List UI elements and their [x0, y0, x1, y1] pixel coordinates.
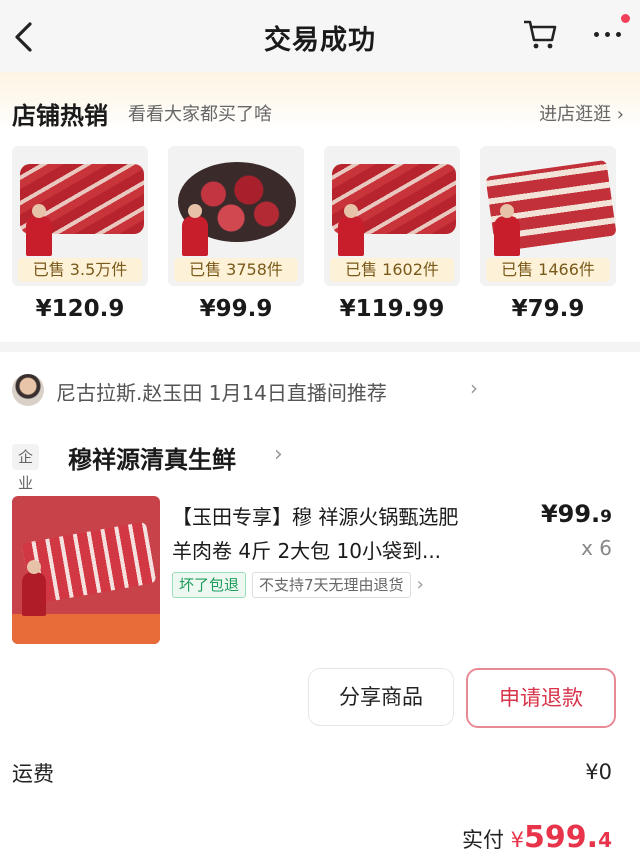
item-price: ¥99.9	[199, 296, 273, 322]
notification-dot	[621, 14, 630, 23]
shop-name: 穆祥源清真生鲜	[68, 446, 236, 474]
shop-hot-sales: 店铺热销 看看大家都买了啥 进店逛逛 › 已售 3.5万件 ¥120.9 已售 …	[0, 72, 640, 342]
hot-sales-subtitle: 看看大家都买了啥	[128, 104, 272, 125]
service-badges[interactable]: 坏了包退 不支持7天无理由退货 ›	[172, 572, 424, 600]
product-name[interactable]: 【玉田专享】穆 祥源火锅甄选肥 羊肉卷 4斤 2大包 10小袋到...	[172, 500, 516, 568]
share-product-button[interactable]: 分享商品	[308, 668, 454, 726]
sold-count: 已售 3758件	[174, 258, 298, 282]
shipping-label: 运费	[12, 762, 54, 786]
shipping-value: ¥0	[585, 760, 612, 784]
hot-item[interactable]: 已售 1602件 ¥119.99	[320, 146, 464, 336]
hot-sales-title: 店铺热销	[12, 102, 108, 130]
product-price: ¥99.9	[540, 500, 612, 528]
sold-count: 已售 3.5万件	[18, 258, 142, 282]
avatar	[12, 374, 44, 406]
chevron-right-icon: ›	[470, 376, 478, 400]
total-paid: 实付 ¥599.4	[461, 820, 612, 855]
sold-count: 已售 1602件	[330, 258, 454, 282]
recommend-text: 尼古拉斯.赵玉田 1月14日直播间推荐	[56, 381, 387, 405]
product-image[interactable]	[12, 496, 160, 644]
chevron-right-icon: ›	[416, 574, 424, 595]
no-7day-return-badge: 不支持7天无理由退货	[252, 572, 411, 598]
chevron-right-icon: ›	[274, 442, 283, 467]
hot-item[interactable]: 已售 1466件 ¥79.9	[476, 146, 620, 336]
hot-item[interactable]: 已售 3758件 ¥99.9	[164, 146, 308, 336]
order-card: 尼古拉斯.赵玉田 1月14日直播间推荐 › 企业 穆祥源清真生鲜 › 【玉田专享…	[0, 352, 640, 860]
more-dots-icon[interactable]	[588, 14, 630, 46]
broken-refund-badge: 坏了包退	[172, 572, 247, 598]
item-price: ¥119.99	[339, 296, 445, 322]
visit-shop-link[interactable]: 进店逛逛 ›	[539, 100, 624, 126]
item-price: ¥120.9	[35, 296, 125, 322]
apply-refund-button[interactable]: 申请退款	[466, 668, 616, 728]
top-bar: 交易成功	[0, 0, 640, 72]
product-quantity: x 6	[581, 536, 612, 560]
sold-count: 已售 1466件	[486, 258, 610, 282]
cart-icon[interactable]	[522, 16, 558, 52]
hot-item[interactable]: 已售 3.5万件 ¥120.9	[8, 146, 152, 336]
enterprise-tag: 企业	[12, 444, 40, 492]
item-price: ¥79.9	[511, 296, 585, 322]
